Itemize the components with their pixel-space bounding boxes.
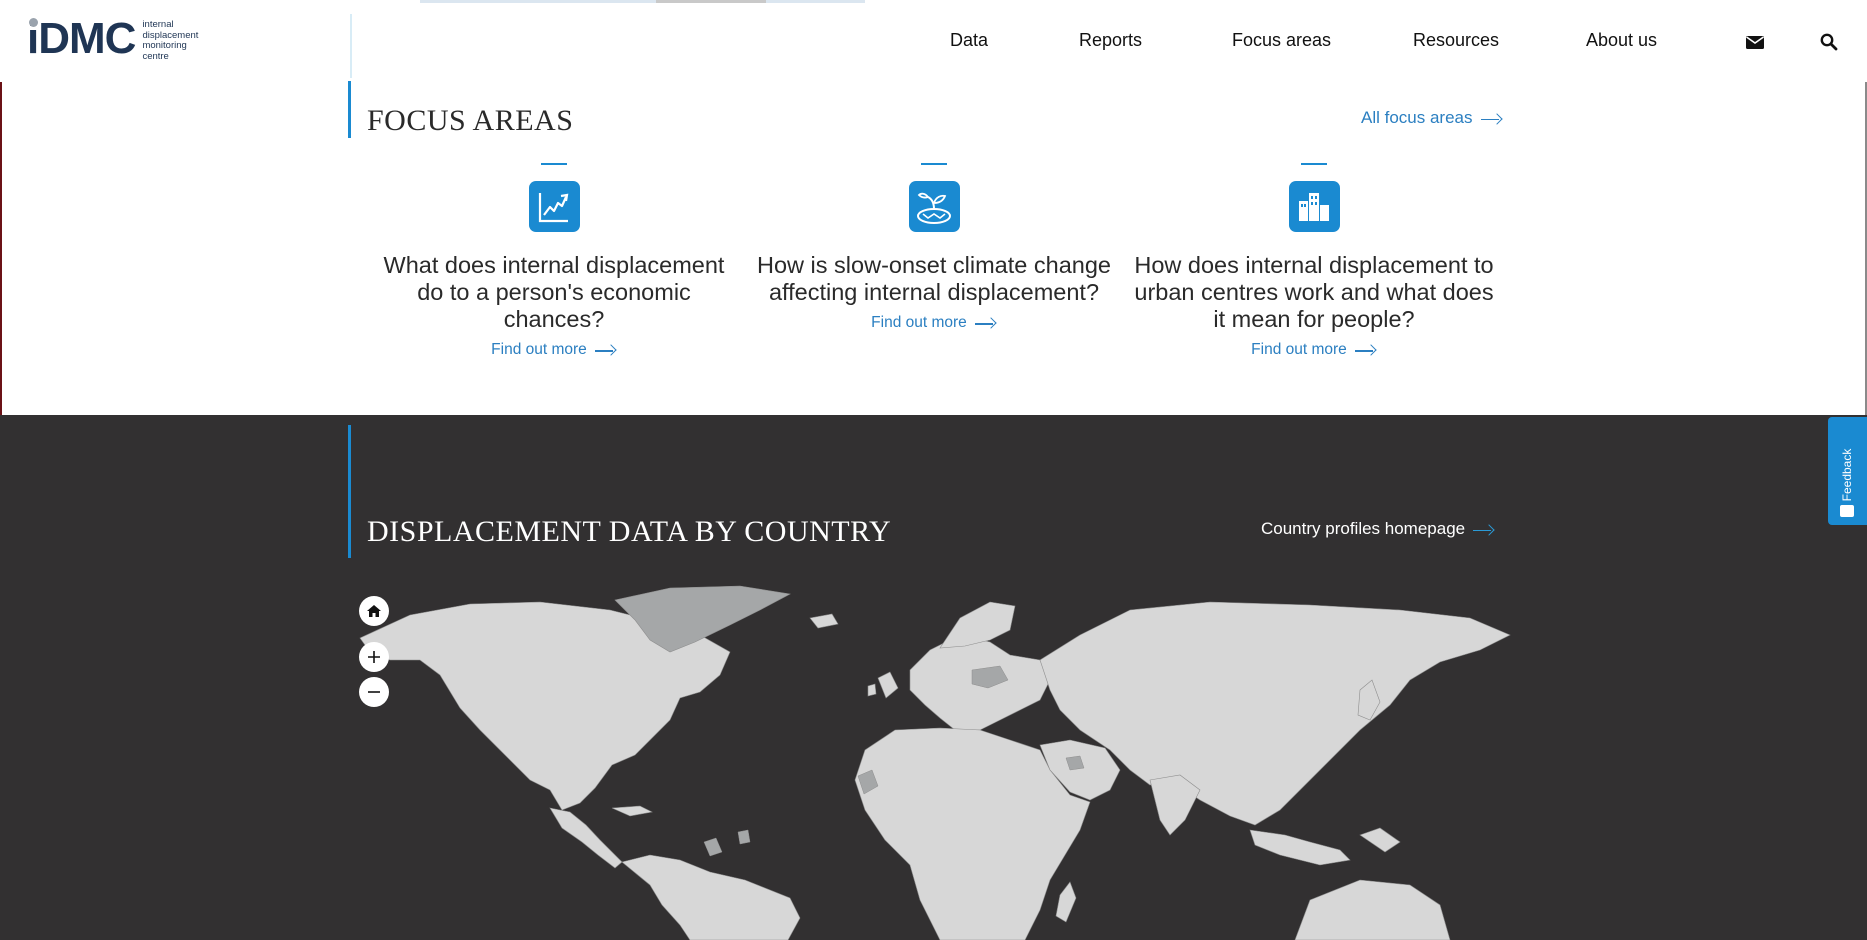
map-zoom-in-button[interactable] bbox=[359, 642, 389, 672]
world-map-graphic[interactable] bbox=[350, 580, 1520, 940]
focus-card-economic: What does internal displacement do to a … bbox=[364, 163, 744, 359]
find-out-more-link[interactable]: Find out more bbox=[1251, 341, 1377, 359]
nav-resources[interactable]: Resources bbox=[1413, 30, 1499, 51]
zoom-out-icon bbox=[368, 691, 380, 693]
find-out-more-link[interactable]: Find out more bbox=[491, 341, 617, 359]
card-title: How does internal displacement to urban … bbox=[1134, 252, 1494, 332]
card-accent-dash bbox=[1301, 163, 1327, 165]
economic-chart-icon[interactable] bbox=[528, 181, 580, 232]
focus-card-climate: How is slow-onset climate change affecti… bbox=[744, 163, 1124, 332]
map-zoom-out-button[interactable] bbox=[359, 677, 389, 707]
envelope-icon[interactable] bbox=[1745, 32, 1765, 52]
arrow-right-icon bbox=[974, 318, 997, 328]
main-nav: Data Reports Focus areas Resources About… bbox=[0, 30, 1867, 54]
search-icon[interactable] bbox=[1819, 32, 1839, 52]
country-profiles-link[interactable]: Country profiles homepage bbox=[1261, 519, 1495, 539]
top-scroll-strip bbox=[420, 0, 865, 3]
world-map[interactable] bbox=[350, 580, 1520, 940]
country-section-bar bbox=[348, 425, 351, 558]
focus-section-bar bbox=[348, 81, 351, 138]
arrow-right-icon bbox=[594, 345, 617, 355]
nav-data[interactable]: Data bbox=[950, 30, 988, 51]
feedback-label: Feedback bbox=[1840, 448, 1854, 502]
site-header: iDMC internal displacement monitoring ce… bbox=[0, 0, 1867, 82]
nav-about-us[interactable]: About us bbox=[1586, 30, 1657, 51]
arrow-right-icon bbox=[1480, 114, 1503, 124]
find-out-more-link[interactable]: Find out more bbox=[871, 314, 997, 332]
climate-plant-icon[interactable] bbox=[908, 181, 960, 232]
map-home-button[interactable] bbox=[359, 596, 389, 626]
card-accent-dash bbox=[921, 163, 947, 165]
focus-areas-title: FOCUS AREAS bbox=[367, 104, 574, 137]
country-data-title: DISPLACEMENT DATA BY COUNTRY bbox=[367, 515, 892, 548]
urban-buildings-icon[interactable] bbox=[1288, 181, 1340, 232]
zoom-in-icon bbox=[368, 651, 380, 663]
focus-card-urban: How does internal displacement to urban … bbox=[1124, 163, 1504, 359]
home-icon bbox=[367, 605, 381, 617]
card-title: How is slow-onset climate change affecti… bbox=[757, 252, 1111, 305]
all-focus-areas-link[interactable]: All focus areas bbox=[1361, 108, 1503, 128]
feedback-tab[interactable]: Feedback bbox=[1828, 417, 1867, 525]
arrow-right-icon bbox=[1473, 525, 1495, 535]
card-title: What does internal displacement do to a … bbox=[383, 252, 725, 332]
feedback-chat-icon bbox=[1840, 505, 1854, 517]
arrow-right-icon bbox=[1354, 345, 1377, 355]
card-accent-dash bbox=[541, 163, 567, 165]
nav-focus-areas[interactable]: Focus areas bbox=[1232, 30, 1331, 51]
nav-reports[interactable]: Reports bbox=[1079, 30, 1142, 51]
